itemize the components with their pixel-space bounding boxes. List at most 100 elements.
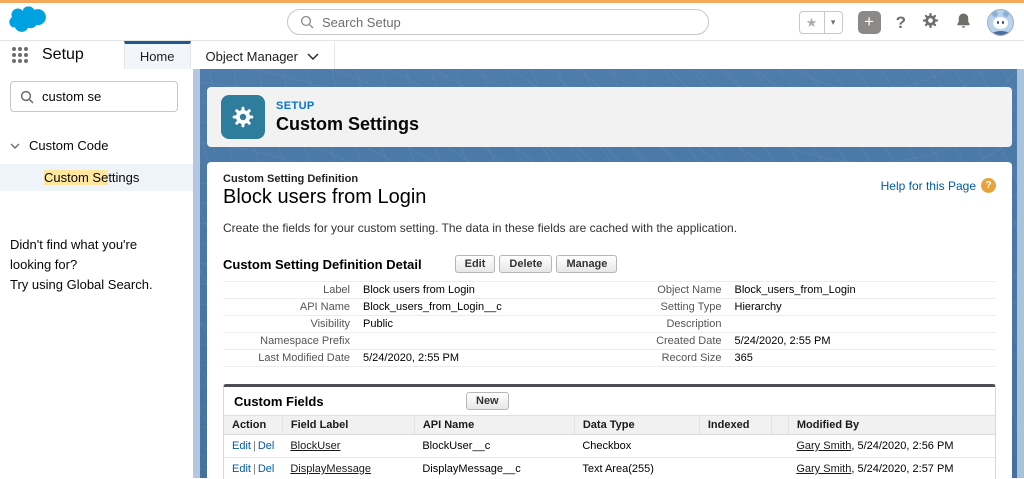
modified-by-cell: Gary Smith, 5/24/2020, 2:56 PM (788, 434, 995, 458)
sidebar-scrollbar-track[interactable] (193, 69, 200, 478)
help-page-link[interactable]: Help for this Page (881, 179, 976, 193)
api-name-cell: BlockUser__c (414, 434, 575, 458)
col-modified-by: Modified By (788, 415, 995, 435)
app-name: Setup (42, 46, 84, 63)
tab-object-manager[interactable]: Object Manager (191, 41, 335, 69)
description-text: Create the fields for your custom settin… (223, 221, 738, 235)
help-icon[interactable]: ? (896, 13, 906, 33)
edit-button[interactable]: Edit (454, 255, 496, 273)
setup-tree: Custom Code Custom Settings (0, 134, 193, 191)
favorites-star-icon[interactable]: ★ (798, 11, 825, 34)
footer-line-1: Didn't find what you're looking for? (10, 237, 138, 273)
detail-right-column: Object Name Block_users_from_Login Settin… (609, 282, 996, 367)
favorites-caret-icon[interactable]: ▾ (824, 11, 843, 34)
sidebar-item-custom-settings[interactable]: Custom Settings (0, 164, 193, 191)
global-actions-icon[interactable]: + (857, 11, 881, 34)
setup-nav-bar: Setup Home Object Manager (0, 41, 1024, 69)
custom-fields-related-list: Custom Fields New Action Field Label API… (223, 384, 996, 479)
col-spacer (771, 415, 789, 435)
main-scrollbar-track[interactable] (1017, 69, 1024, 478)
table-row: Edit | Del BlockUser BlockUser__c Checkbox… (224, 434, 995, 458)
modified-by-cell: Gary Smith, 5/24/2020, 2:57 PM (788, 457, 995, 479)
indexed-cell (699, 434, 772, 458)
detail-row-label: Label Block users from Login (223, 282, 610, 299)
new-field-button[interactable]: New (466, 392, 509, 410)
search-icon (20, 90, 34, 109)
data-type-cell: Text Area(255) (574, 457, 700, 479)
global-search (287, 9, 709, 35)
help-badge-icon[interactable]: ? (981, 178, 996, 193)
detail-section-header: Custom Setting Definition Detail Edit De… (223, 255, 996, 273)
detail-grid: Label Block users from Login API Name Bloc… (223, 281, 996, 367)
detail-row-namespace-prefix: Namespace Prefix (223, 333, 610, 350)
col-data-type: Data Type (574, 415, 700, 435)
detail-row-description: Description (609, 316, 996, 333)
col-api-name: API Name (414, 415, 575, 435)
tab-home[interactable]: Home (123, 41, 191, 69)
chevron-down-icon (307, 53, 319, 60)
detail-row-object-name: Object Name Block_users_from_Login (609, 282, 996, 299)
field-label-link[interactable]: DisplayMessage (290, 463, 371, 475)
avatar-face (993, 17, 1008, 29)
detail-heading: Custom Setting Definition Detail (223, 256, 422, 272)
search-match-highlight: Custom Se (44, 170, 109, 185)
custom-fields-heading: Custom Fields (234, 394, 324, 409)
search-icon (300, 15, 314, 34)
indexed-cell (699, 457, 772, 479)
detail-row-last-modified: Last Modified Date 5/24/2020, 2:55 PM (223, 350, 610, 367)
action-cell: Edit | Del (224, 434, 283, 458)
content-card: Custom Setting Definition Block users fr… (207, 162, 1012, 479)
page-header-card: SETUP Custom Settings (207, 87, 1012, 147)
global-header: ★ ▾ + ? (0, 3, 1024, 41)
col-action: Action (224, 415, 283, 435)
user-avatar[interactable] (987, 9, 1014, 36)
page-eyebrow: SETUP (276, 99, 315, 112)
item-label-rest: ttings (108, 170, 140, 185)
detail-buttons: Edit Delete Manage (454, 255, 618, 273)
modified-by-user-link[interactable]: Gary Smith (796, 440, 851, 452)
delete-button[interactable]: Delete (499, 255, 553, 273)
action-cell: Edit | Del (224, 457, 283, 479)
app-launcher-icon[interactable] (12, 41, 28, 69)
custom-fields-table: Action Field Label API Name Data Type In… (224, 415, 995, 479)
salesforce-setup-screen: ★ ▾ + ? Setup Home (0, 0, 1024, 479)
detail-left-column: Label Block users from Login API Name Bloc… (223, 282, 610, 367)
col-indexed: Indexed (699, 415, 772, 435)
favorites-group: ★ ▾ (798, 11, 843, 34)
detail-row-visibility: Visibility Public (223, 316, 610, 333)
avatar-ear (992, 11, 998, 17)
del-link[interactable]: Del (258, 440, 275, 452)
data-type-cell: Checkbox (574, 434, 700, 458)
quick-find-input[interactable] (10, 81, 178, 112)
col-field-label: Field Label (282, 415, 415, 435)
custom-settings-gear-icon (221, 95, 265, 139)
detail-row-record-size: Record Size 365 (609, 350, 996, 367)
header-utility-icons: ★ ▾ + ? (798, 9, 1014, 36)
del-link[interactable]: Del (258, 463, 275, 475)
tab-object-manager-label: Object Manager (205, 49, 299, 64)
manage-button[interactable]: Manage (556, 255, 618, 273)
setup-sidebar: Custom Code Custom Settings Didn't find … (0, 69, 193, 478)
chevron-down-icon (10, 143, 20, 149)
modified-by-user-link[interactable]: Gary Smith (796, 463, 851, 475)
notifications-bell-icon[interactable] (955, 12, 972, 34)
workspace: Custom Code Custom Settings Didn't find … (0, 69, 1024, 479)
footer-line-2: Try using Global Search. (10, 277, 153, 293)
quick-find (10, 81, 178, 112)
page-title: Custom Settings (276, 113, 420, 134)
avatar-ear (1003, 11, 1009, 17)
edit-link[interactable]: Edit (232, 440, 251, 452)
setup-gear-icon[interactable] (921, 11, 940, 35)
table-row: Edit | Del DisplayMessage DisplayMessage__… (224, 457, 995, 479)
tree-group-custom-code[interactable]: Custom Code (0, 134, 193, 157)
custom-fields-header: Custom Fields New (224, 387, 995, 415)
help-for-page: Help for this Page ? (881, 178, 996, 193)
edit-link[interactable]: Edit (232, 463, 251, 475)
tab-home-label: Home (139, 49, 175, 64)
detail-row-setting-type: Setting Type Hierarchy (609, 299, 996, 316)
api-name-cell: DisplayMessage__c (414, 457, 575, 479)
avatar-hood (992, 31, 1010, 35)
field-label-link[interactable]: BlockUser (290, 440, 340, 452)
table-header-row: Action Field Label API Name Data Type In… (224, 415, 995, 435)
global-search-input[interactable] (287, 9, 709, 35)
